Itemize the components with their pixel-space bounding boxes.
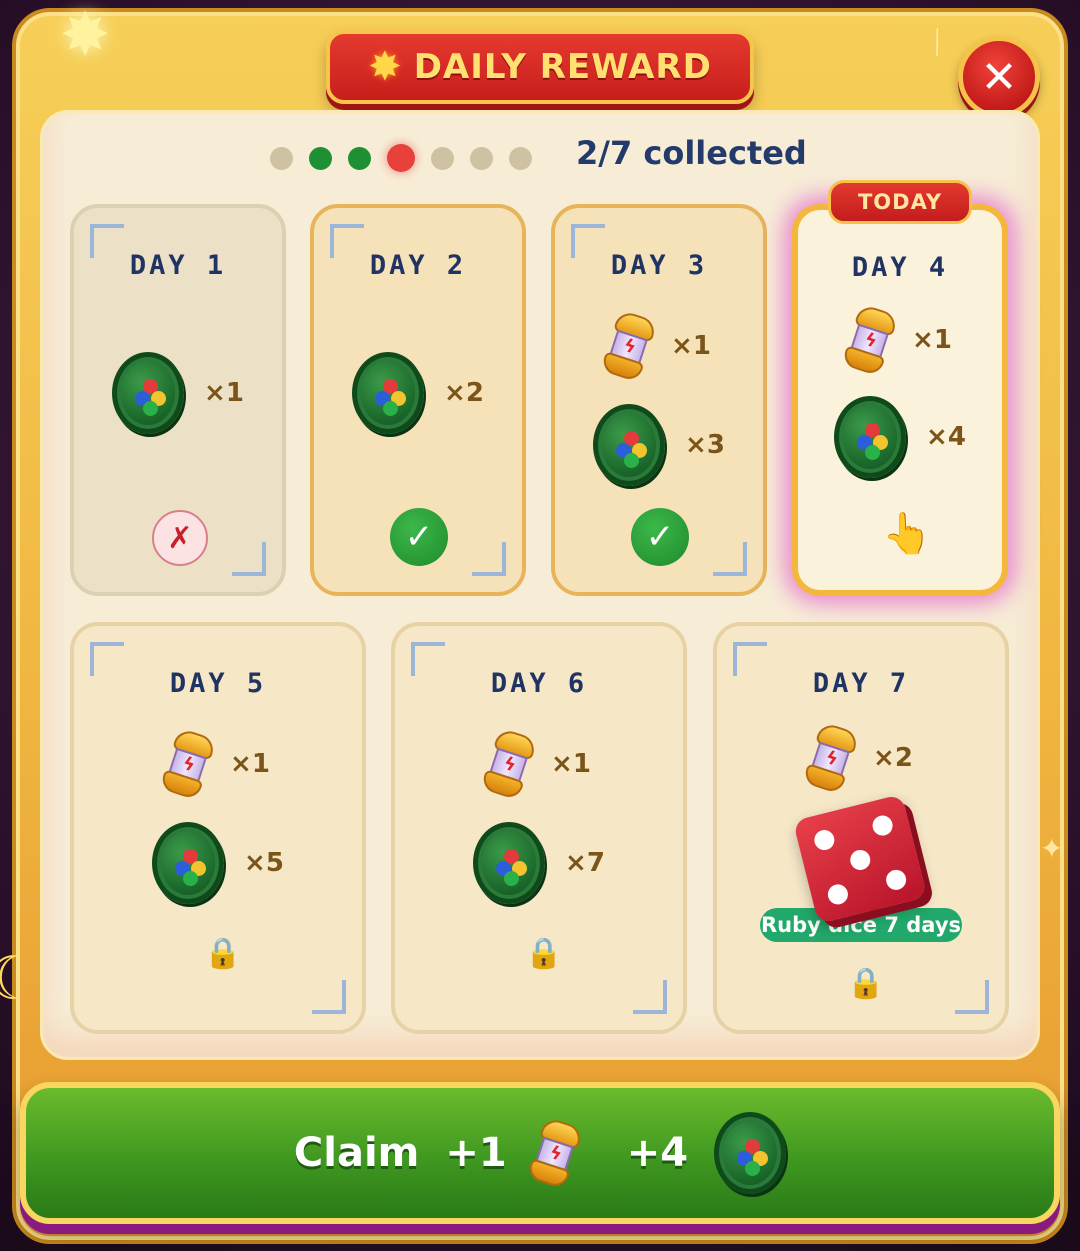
day-card-3[interactable]: DAY 3 ϟ ×1 ×3 ✓ xyxy=(551,204,767,596)
coin-icon xyxy=(473,822,546,904)
day-card-4[interactable]: DAY 4 ϟ ×1 ×4 👆 xyxy=(792,204,1008,596)
progress-dot-day-3 xyxy=(348,146,371,170)
progress-dot-day-2 xyxy=(309,146,332,170)
corner-decoration xyxy=(472,542,506,576)
coin-icon xyxy=(152,822,225,904)
coin-icon xyxy=(834,396,907,478)
capsule-icon: ϟ xyxy=(598,309,660,383)
day-card-2[interactable]: DAY 2 ×2 ✓ xyxy=(310,204,526,596)
reward-qty: ×1 xyxy=(204,378,244,408)
coin-icon xyxy=(352,352,425,434)
reward-qty: ×2 xyxy=(873,743,913,773)
title-banner: ✸ DAILY REWARD xyxy=(326,30,754,104)
reward-row: ×2 xyxy=(314,352,522,434)
capsule-icon: ϟ xyxy=(157,727,219,801)
reward-row: ×7 xyxy=(395,822,683,904)
progress-dot-day-4 xyxy=(387,144,415,172)
corner-decoration xyxy=(232,542,266,576)
close-button[interactable]: ✕ xyxy=(958,36,1040,118)
corner-decoration xyxy=(312,980,346,1014)
reward-qty: ×7 xyxy=(565,848,605,878)
reward-qty: ×2 xyxy=(444,378,484,408)
reward-row: ×4 xyxy=(798,396,1002,478)
claim-capsule-amount: +1 xyxy=(445,1130,507,1176)
day-label: DAY 2 xyxy=(369,250,467,281)
reward-row: ×1 xyxy=(74,352,282,434)
pointer-hand-icon: 👆 xyxy=(882,511,932,557)
capsule-icon: ϟ xyxy=(800,721,862,795)
missed-icon: ✗ xyxy=(152,510,208,566)
capsule-icon: ϟ xyxy=(839,303,901,377)
reward-qty: ×1 xyxy=(551,749,591,779)
reward-qty: ×1 xyxy=(230,749,270,779)
check-icon: ✓ xyxy=(631,508,689,566)
coin-icon xyxy=(112,352,185,434)
lock-icon: 🔒 xyxy=(525,936,563,971)
progress-dot-day-5 xyxy=(431,146,454,170)
reward-row: ϟ ×1 xyxy=(395,727,683,801)
progress-dot-day-6 xyxy=(470,146,493,170)
reward-row: ϟ ×2 xyxy=(717,721,1005,795)
day-card-5[interactable]: DAY 5 ϟ ×1 ×5 🔒 xyxy=(70,622,366,1034)
lock-icon: 🔒 xyxy=(204,936,242,971)
reward-row: ×3 xyxy=(555,404,763,486)
sparkle-decoration: ✸ xyxy=(60,0,111,70)
close-icon: ✕ xyxy=(980,51,1018,103)
day-label: DAY 3 xyxy=(610,250,708,281)
reward-row: ϟ ×1 xyxy=(555,309,763,383)
capsule-icon: ϟ xyxy=(478,727,540,801)
claim-button[interactable]: Claim +1 ϟ +4 xyxy=(20,1082,1060,1224)
check-icon: ✓ xyxy=(390,508,448,566)
reward-row: ϟ ×1 xyxy=(798,303,1002,377)
reward-qty: ×5 xyxy=(244,848,284,878)
reward-qty: ×3 xyxy=(685,430,725,460)
reward-qty: ×4 xyxy=(926,422,966,452)
reward-qty: ×1 xyxy=(912,325,952,355)
reward-qty: ×1 xyxy=(671,331,711,361)
claim-coin-amount: +4 xyxy=(626,1130,689,1176)
collected-count: 2/7 collected xyxy=(576,134,807,172)
day-card-1[interactable]: DAY 1 ×1 ✗ xyxy=(70,204,286,596)
dialog-title: DAILY REWARD xyxy=(413,47,712,87)
lock-icon: 🔒 xyxy=(847,966,885,1001)
star-icon: ✸ xyxy=(368,44,402,90)
day-card-6[interactable]: DAY 6 ϟ ×1 ×7 🔒 xyxy=(391,622,687,1034)
coin-icon xyxy=(593,404,666,486)
day-label: DAY 6 xyxy=(490,668,588,699)
day-label: DAY 4 xyxy=(851,252,949,283)
reward-row: ×5 xyxy=(74,822,362,904)
day-label: DAY 1 xyxy=(129,250,227,281)
sparkle-decoration: ✦ xyxy=(1040,832,1064,865)
today-badge: TODAY xyxy=(828,180,972,224)
progress-dot-day-1 xyxy=(270,146,293,170)
progress-dot-day-7 xyxy=(509,146,532,170)
coin-icon xyxy=(714,1112,787,1194)
reward-row: ϟ ×1 xyxy=(74,727,362,801)
capsule-icon: ϟ xyxy=(524,1116,586,1190)
day-label: DAY 7 xyxy=(812,668,910,699)
corner-decoration xyxy=(633,980,667,1014)
progress-dots xyxy=(270,144,532,172)
moon-decoration: ☾ xyxy=(0,944,40,1014)
claim-label: Claim xyxy=(293,1130,420,1176)
corner-decoration xyxy=(713,542,747,576)
day-label: DAY 5 xyxy=(169,668,267,699)
corner-decoration xyxy=(955,980,989,1014)
